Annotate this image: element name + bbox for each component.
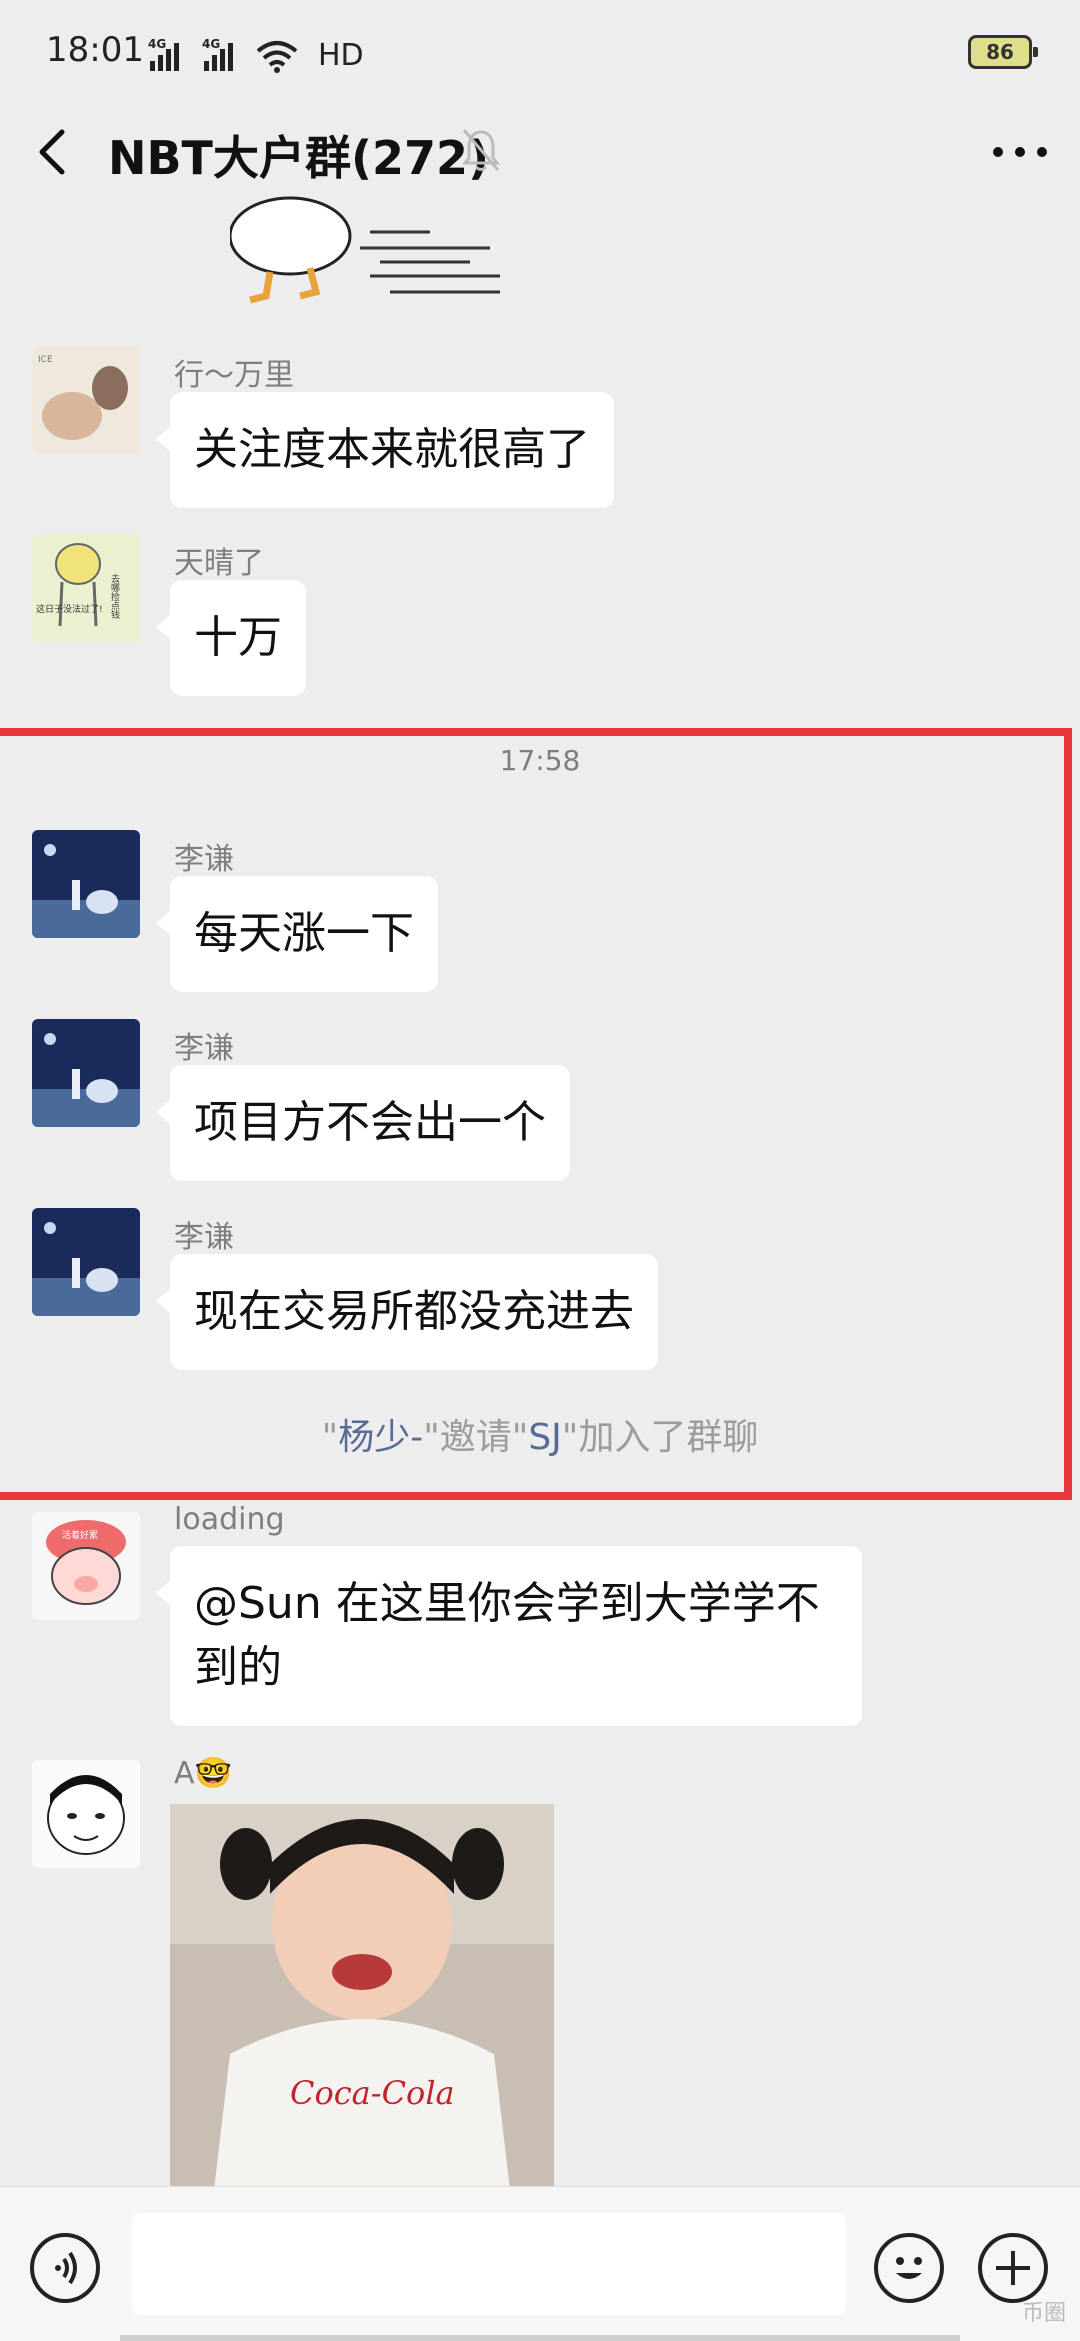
time-separator: 17:58 — [499, 744, 581, 777]
voice-input-button[interactable] — [30, 2233, 100, 2303]
sender-name: 李谦 — [174, 1220, 234, 1255]
sender-name: loading — [174, 1502, 285, 1537]
message-input[interactable] — [132, 2213, 846, 2315]
signal-4g-icon: 4G — [148, 37, 179, 71]
note-text: "邀请" — [423, 1417, 529, 1458]
svg-text:Coca-Cola: Coca-Cola — [290, 2074, 455, 2112]
sender-name: 李谦 — [174, 1031, 234, 1066]
status-bar: 18:01 4G 4G HD 86 — [0, 0, 1080, 104]
message-bubble[interactable]: 现在交易所都没充进去 — [156, 1254, 658, 1370]
wifi-icon — [256, 41, 298, 73]
network-icons: 4G 4G HD — [148, 33, 364, 73]
chat-header: NBT大户群(272) — [0, 104, 1080, 196]
note-quote: " — [321, 1417, 339, 1458]
sender-name: 天晴了 — [174, 546, 264, 581]
hd-indicator: HD — [318, 38, 364, 73]
svg-text:这日子没法过了!: 这日子没法过了! — [36, 603, 103, 615]
battery-icon: 86 — [968, 35, 1038, 69]
message-bubble[interactable]: 每天涨一下 — [156, 876, 438, 992]
image-message[interactable]: Coca-Cola — [170, 1804, 554, 2190]
avatar-image: 这日子没法过了! 去哪捡点钱 — [32, 534, 140, 642]
svg-text:ICE: ICE — [38, 355, 53, 365]
input-bar: 币圈 — [0, 2186, 1080, 2341]
more-options-icon[interactable] — [988, 124, 1052, 180]
mute-bell-icon — [461, 129, 501, 171]
note-tail: "加入了群聊 — [561, 1417, 759, 1458]
avatar[interactable] — [32, 1208, 140, 1316]
message-bubble[interactable]: 十万 — [156, 580, 306, 696]
inviter-name[interactable]: 杨少- — [338, 1417, 423, 1458]
avatar[interactable]: 这日子没法过了! 去哪捡点钱 — [32, 534, 140, 642]
avatar-image — [32, 1760, 140, 1868]
avatar-image: ICE — [32, 346, 140, 454]
watermark: 币圈 — [1021, 2301, 1066, 2326]
status-time: 18:01 — [46, 30, 144, 70]
battery-level: 86 — [986, 40, 1014, 64]
avatar[interactable]: 活着好累 — [32, 1512, 140, 1620]
smiley-icon — [896, 2257, 922, 2279]
avatar-image — [32, 830, 140, 938]
message-bubble[interactable]: @Sun 在这里你会学到大学学不到的 — [156, 1546, 862, 1726]
voice-icon — [55, 2251, 77, 2285]
more-functions-button[interactable] — [978, 2233, 1048, 2303]
signal-4g-icon: 4G — [202, 37, 233, 71]
message-bubble[interactable]: 项目方不会出一个 — [156, 1065, 570, 1181]
svg-text:活着好累: 活着好累 — [62, 1529, 98, 1541]
message-bubble[interactable]: 关注度本来就很高了 — [156, 392, 614, 508]
invitee-name[interactable]: SJ — [528, 1417, 561, 1458]
avatar-image — [32, 1019, 140, 1127]
avatar[interactable] — [32, 1760, 140, 1868]
sender-name: 李谦 — [174, 842, 234, 877]
duck-sticker[interactable] — [230, 196, 510, 312]
back-arrow-icon[interactable] — [28, 124, 84, 180]
avatar-image: 活着好累 — [32, 1512, 140, 1620]
emoji-button[interactable] — [874, 2233, 944, 2303]
chat-title: NBT大户群(272) — [108, 131, 490, 185]
photo-image: Coca-Cola — [170, 1804, 554, 2190]
sender-name: 行～万里 — [174, 358, 294, 393]
svg-text:去哪捡点钱: 去哪捡点钱 — [109, 573, 120, 619]
svg-text:4G: 4G — [202, 37, 220, 51]
home-indicator — [120, 2335, 960, 2341]
sender-name: A🤓 — [174, 1756, 232, 1791]
avatar[interactable] — [32, 1019, 140, 1127]
avatar-image — [32, 1208, 140, 1316]
avatar[interactable]: ICE — [32, 346, 140, 454]
system-join-notice: "杨少-"邀请"SJ"加入了群聊 — [0, 1408, 1080, 1460]
plus-icon — [996, 2251, 1030, 2285]
svg-text:4G: 4G — [148, 37, 166, 51]
avatar[interactable] — [32, 830, 140, 938]
